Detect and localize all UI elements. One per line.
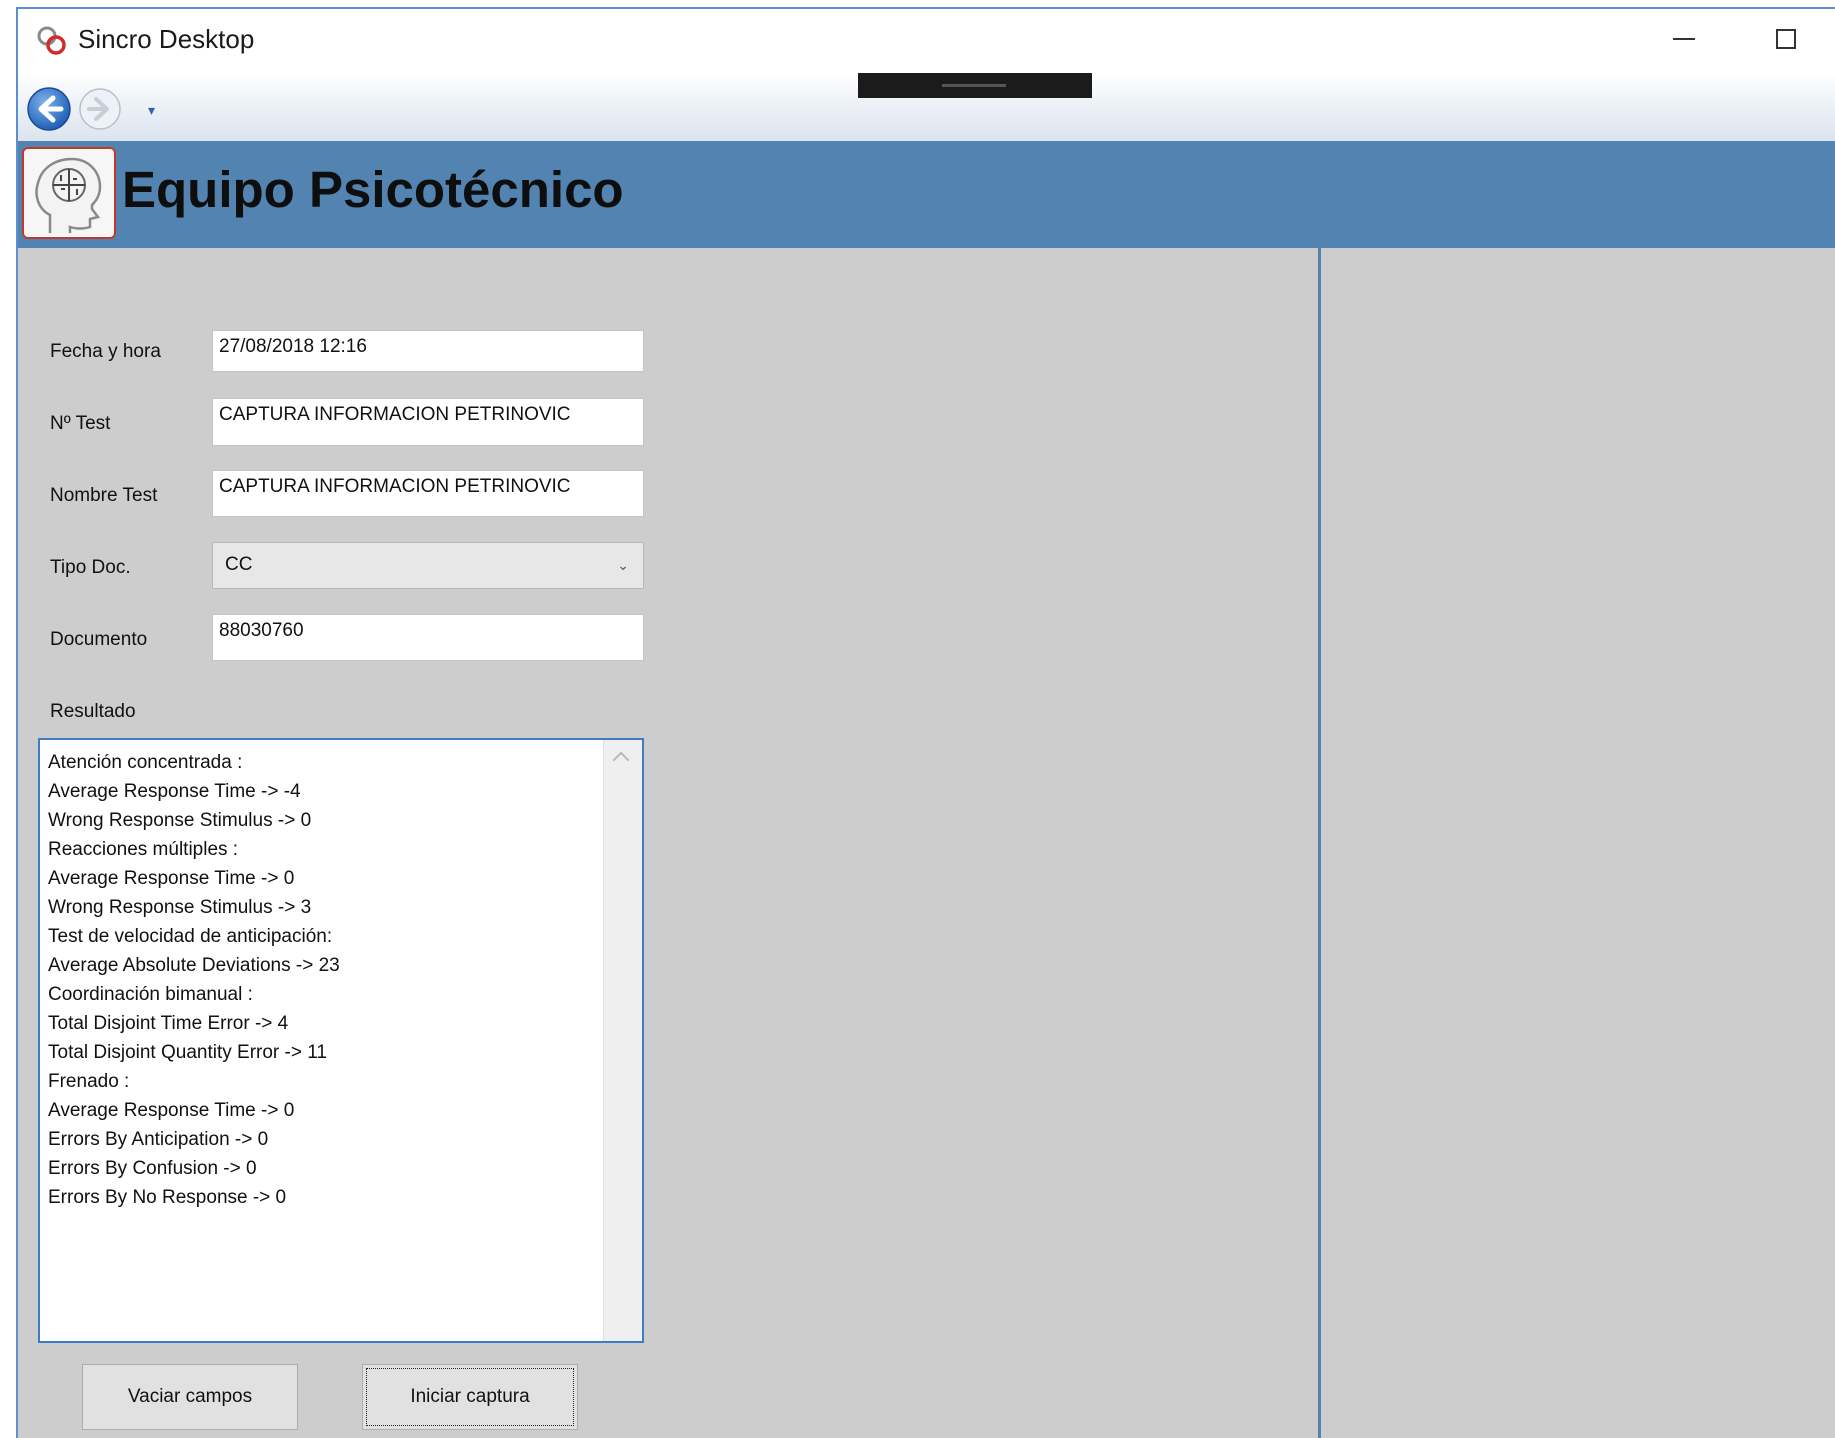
- page-title: Equipo Psicotécnico: [122, 161, 624, 218]
- app-logo: [22, 147, 116, 239]
- result-line: Errors By Anticipation -> 0: [48, 1129, 269, 1150]
- maximize-button[interactable]: [1760, 19, 1812, 59]
- result-line: Errors By Confusion -> 0: [48, 1158, 257, 1179]
- resultado-text: Atención concentrada : Average Response T…: [48, 748, 608, 1212]
- result-line: Average Response Time -> -4: [48, 781, 301, 802]
- tipo-doc-select[interactable]: CC ⌄: [212, 542, 644, 589]
- result-line: Total Disjoint Time Error -> 4: [48, 1013, 289, 1034]
- head-brain-icon: [35, 157, 102, 233]
- result-line: Reacciones múltiples :: [48, 839, 239, 860]
- redacted-line: [942, 84, 1006, 87]
- iniciar-captura-button[interactable]: Iniciar captura: [362, 1364, 578, 1430]
- title-bar: Sincro Desktop: [18, 9, 1835, 73]
- maximize-icon: [1776, 29, 1796, 49]
- nombre-test-label: Nombre Test: [50, 485, 158, 506]
- app-logo-icon: [37, 26, 66, 55]
- num-test-label: Nº Test: [50, 413, 111, 434]
- fecha-label: Fecha y hora: [50, 341, 161, 362]
- nombre-test-input[interactable]: CAPTURA INFORMACION PETRINOVIC: [212, 470, 644, 517]
- resultado-label: Resultado: [50, 701, 136, 722]
- window-title: Sincro Desktop: [78, 24, 255, 54]
- minimize-icon: [1673, 38, 1695, 40]
- scroll-up-icon[interactable]: [612, 751, 630, 769]
- resultado-scrollbar[interactable]: [603, 740, 642, 1341]
- result-line: Total Disjoint Quantity Error -> 11: [48, 1042, 327, 1063]
- result-line: Atención concentrada :: [48, 752, 243, 773]
- forward-arrow-icon[interactable]: [78, 87, 122, 131]
- vaciar-campos-button[interactable]: Vaciar campos: [82, 1364, 298, 1430]
- main-content: Fecha y hora 27/08/2018 12:16 Nº Test CA…: [18, 248, 1835, 1438]
- result-line: Average Response Time -> 0: [48, 1100, 295, 1121]
- num-test-input[interactable]: CAPTURA INFORMACION PETRINOVIC: [212, 398, 644, 446]
- back-arrow-icon[interactable]: [26, 86, 72, 132]
- redacted-bar: [858, 73, 1092, 98]
- app-header: Equipo Psicotécnico: [18, 141, 1835, 248]
- result-line: Errors By No Response -> 0: [48, 1187, 287, 1208]
- documento-input[interactable]: 88030760: [212, 614, 644, 661]
- chevron-down-icon: ⌄: [617, 557, 629, 573]
- result-line: Wrong Response Stimulus -> 3: [48, 897, 312, 918]
- result-line: Frenado :: [48, 1071, 130, 1092]
- resultado-textarea[interactable]: Atención concentrada : Average Response T…: [38, 738, 644, 1343]
- result-line: Average Response Time -> 0: [48, 868, 295, 889]
- result-line: Test de velocidad de anticipación:: [48, 926, 333, 947]
- result-line: Coordinación bimanual :: [48, 984, 253, 1005]
- tipo-doc-value: CC: [225, 554, 253, 575]
- chevron-down-icon[interactable]: ▾: [148, 103, 155, 117]
- fecha-input[interactable]: 27/08/2018 12:16: [212, 330, 644, 372]
- documento-label: Documento: [50, 629, 148, 650]
- minimize-button[interactable]: [1658, 19, 1710, 59]
- result-line: Average Absolute Deviations -> 23: [48, 955, 340, 976]
- panel-divider: [1318, 248, 1321, 1438]
- tipo-doc-label: Tipo Doc.: [50, 557, 131, 578]
- result-line: Wrong Response Stimulus -> 0: [48, 810, 312, 831]
